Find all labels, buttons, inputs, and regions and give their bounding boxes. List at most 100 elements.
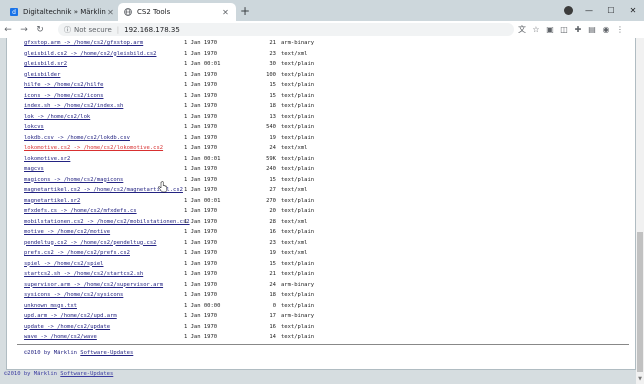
file-date: 1 Jan 1970 [184,82,218,88]
file-type: text/plain [281,334,315,340]
file-row: spiel -> /home/cs2/spiel 1 Jan 1970 15 text… [24,259,324,269]
file-link[interactable]: gleisbilder [24,70,60,80]
bookmark-star-icon[interactable]: ☆ [529,25,543,34]
file-size: 100 [266,71,276,78]
file-size: 16 [269,323,276,330]
translate-icon[interactable]: ⽂ [515,24,529,35]
software-updates-link[interactable]: Software-Updates [80,350,133,356]
file-link[interactable]: unknown_msgs.txt [24,301,77,311]
file-type: text/xml [281,239,308,246]
minimize-icon[interactable]: — [578,6,600,15]
back-arrow-icon[interactable]: ← [0,25,16,35]
file-date: 1 Jan 1970 [184,113,218,120]
copyright-text: ©2010 by Märklin [4,371,57,377]
close-tab-icon[interactable]: ✕ [106,8,115,17]
new-tab-button[interactable]: + [239,5,251,17]
file-link[interactable]: magcvs [24,164,44,174]
file-row: gleisbild.sr2 1 Jan 00:01 30 text/plain [24,59,324,69]
file-date: 1 Jan 1970 [184,124,218,130]
address-bar[interactable]: ⓘ Not secure | 192.168.178.35 [58,23,514,36]
file-size: 28 [269,218,276,225]
tab-search-icon[interactable]: ▤ [585,25,599,34]
file-link[interactable]: gfxstop.arm -> /home/cs2/gfxstop.arm [24,38,143,48]
vertical-scrollbar[interactable]: ▼ [636,38,644,384]
separator: | [116,25,120,34]
media-icon[interactable]: ◫ [557,25,571,34]
copyright-text: ©2010 by Märklin [24,350,77,356]
file-row: magicons -> /home/cs2/magicons 1 Jan 1970… [24,175,324,185]
file-size: 0 [272,302,276,309]
file-size: 15 [269,82,276,88]
file-link[interactable]: lokdb.csv -> /home/cs2/lokdb.csv [24,133,130,143]
file-type: text/plain [281,271,315,277]
software-updates-link[interactable]: Software-Updates [60,371,113,377]
forward-arrow-icon[interactable]: → [16,25,32,35]
file-date: 1 Jan 1970 [184,292,218,298]
close-window-icon[interactable]: ✕ [622,6,644,15]
file-date: 1 Jan 1970 [184,71,218,78]
file-link[interactable]: wave -> /home/cs2/wave [24,332,97,342]
file-link[interactable]: update -> /home/cs2/update [24,322,110,332]
file-link[interactable]: lokomotive.sr2 [24,154,70,164]
profile-icon[interactable] [564,6,573,15]
file-link[interactable]: magnetartikel.sr2 [24,196,80,206]
file-link[interactable]: hilfe -> /home/cs2/hilfe [24,80,103,90]
file-size: 19 [269,134,276,141]
file-size: 15 [269,260,276,267]
file-size: 19 [269,250,276,256]
scrollbar-thumb[interactable] [637,232,643,372]
warning-icon[interactable]: ⓘ [64,25,71,35]
close-tab-icon[interactable]: ✕ [221,8,230,17]
scroll-down-arrow-icon[interactable]: ▼ [636,376,644,384]
file-link[interactable]: supervisor.arm -> /home/cs2/supervisor.a… [24,280,163,290]
file-link[interactable]: mobilstationen.cs2 -> /home/cs2/mobilsta… [24,217,190,227]
reload-icon[interactable]: ↻ [32,25,48,35]
file-link[interactable]: spiel -> /home/cs2/spiel [24,259,103,269]
file-type: arm-binary [281,281,315,288]
file-link[interactable]: upd.arm -> /home/cs2/upd.arm [24,311,117,321]
file-date: 1 Jan 1970 [184,260,218,267]
file-link[interactable]: motive -> /home/cs2/motive [24,227,110,237]
file-row: magnetartikel.sr2 1 Jan 00:01 270 text/plai… [24,196,324,206]
file-link[interactable]: sysicons -> /home/cs2/sysicons [24,290,123,300]
file-link[interactable]: icons -> /home/cs2/icons [24,91,103,101]
file-link[interactable]: gleisbild.sr2 [24,59,67,69]
file-link[interactable]: index.sh -> /home/cs2/index.sh [24,101,123,111]
file-row: mfxdefs.cs -> /home/cs2/mfxdefs.cs 1 Jan … [24,206,324,216]
file-size: 24 [269,281,276,288]
maximize-icon[interactable]: ☐ [600,6,622,15]
tab-cs2-tools[interactable]: CS2 Tools ✕ [118,3,236,21]
file-date: 1 Jan 1970 [184,145,218,151]
file-type: text/plain [281,113,315,120]
file-row: lokomotive.sr2 1 Jan 00:01 59K text/plain [24,154,324,164]
extension-icon[interactable]: ▣ [543,25,557,34]
file-size: 13 [269,113,276,120]
file-link[interactable]: lokomotive.cs2 -> /home/cs2/lokomotive.c… [24,143,163,153]
file-link[interactable]: magicons -> /home/cs2/magicons [24,175,123,185]
file-row: unknown_msgs.txt 1 Jan 00:00 0 text/plain [24,301,324,311]
file-date: 1 Jan 1970 [184,218,218,225]
file-link[interactable]: gleisbild.cs2 -> /home/cs2/gleisbild.cs2 [24,49,156,59]
file-size: 59K [266,155,276,162]
file-link[interactable]: startcs2.sh -> /home/cs2/startcs2.sh [24,269,143,279]
file-link[interactable]: prefs.cs2 -> /home/cs2/prefs.cs2 [24,248,130,258]
file-row: index.sh -> /home/cs2/index.sh 1 Jan 1970… [24,101,324,111]
file-link[interactable]: pendeltug.cs2 -> /home/cs2/pendeltug.cs2 [24,238,156,248]
panel-footer: ©2010 by Märklin Software-Updates [24,350,133,356]
account-icon[interactable]: ◉ [599,25,613,34]
puzzle-icon[interactable]: ✚ [571,25,585,34]
menu-dots-icon[interactable]: ⋮ [613,25,627,34]
file-type: text/plain [281,166,315,172]
content-panel: gfxstop.arm -> /home/cs2/gfxstop.arm 1 Ja… [6,38,636,370]
file-link[interactable]: mfxdefs.cs -> /home/cs2/mfxdefs.cs [24,206,137,216]
file-size: 21 [269,40,276,46]
tab-digitaltechnik[interactable]: d Digitaltechnik » Märklin UID Hov ✕ [4,3,121,21]
file-link[interactable]: lok -> /home/cs2/lok [24,112,90,122]
file-type: arm-binary [281,40,315,46]
file-size: 14 [269,334,276,340]
file-type: text/xml [281,145,308,151]
file-row: wave -> /home/cs2/wave 1 Jan 1970 14 text/p… [24,332,324,342]
file-link[interactable]: lokcvs [24,122,44,132]
file-size: 270 [266,197,276,204]
file-size: 15 [269,92,276,99]
